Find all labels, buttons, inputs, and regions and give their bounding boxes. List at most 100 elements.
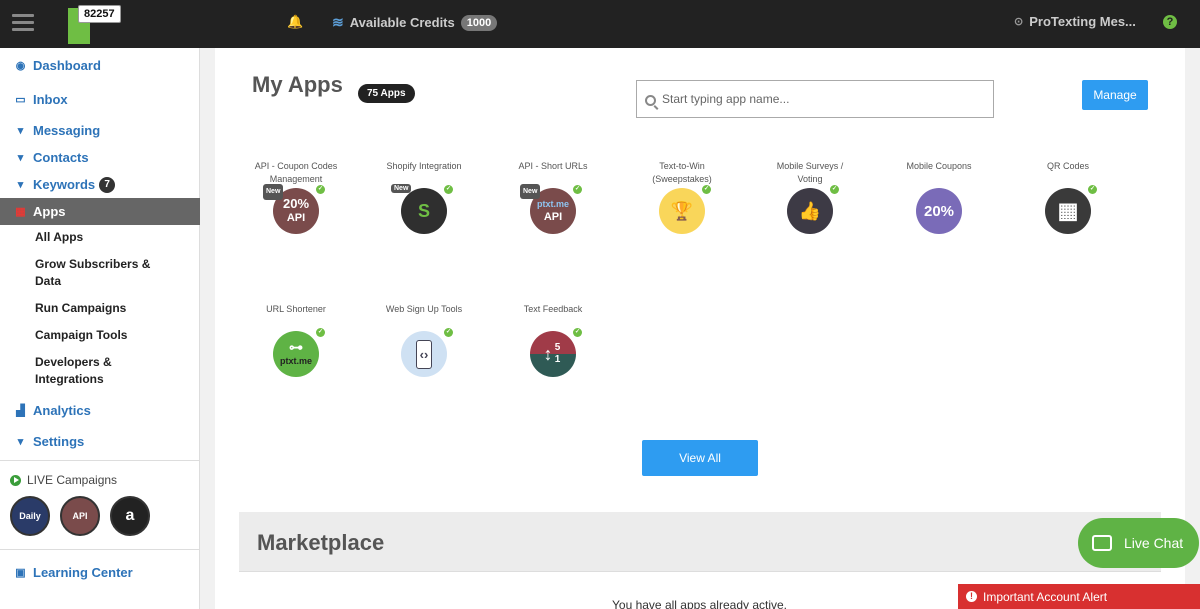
sidebar-subitem-run-campaigns[interactable]: Run Campaigns [35, 300, 126, 317]
account-name: ProTexting Mes... [1029, 14, 1136, 29]
app-tile[interactable]: API - Short URLs New ptxt.me API ✓ [503, 160, 603, 234]
app-tile[interactable]: Mobile Coupons 20% [889, 160, 989, 234]
live-campaign-amazon[interactable]: a [110, 496, 150, 536]
sidebar-subitem-all-apps[interactable]: All Apps [35, 229, 83, 246]
keywords-count-badge: 7 [99, 176, 116, 193]
sidebar-subitem-campaign-tools[interactable]: Campaign Tools [35, 327, 127, 344]
alert-icon: ! [966, 591, 977, 602]
notification-bell-icon[interactable]: 🔔 [287, 14, 303, 30]
marketplace-title: Marketplace [257, 530, 385, 555]
subitem-label-line2: Integrations [35, 372, 104, 386]
apps-count-badge: 75 Apps [358, 84, 415, 103]
alert-label: Important Account Alert [983, 589, 1108, 604]
app-label: Text Feedback [523, 304, 583, 314]
live-campaign-api[interactable]: API [60, 496, 100, 536]
sidebar-item-analytics[interactable]: ▟ Analytics [0, 397, 200, 424]
sidebar-item-label: Inbox [33, 92, 68, 107]
sidebar-item-dashboard[interactable]: ◉ Dashboard [0, 52, 200, 79]
subitem-label-line1: Grow Subscribers & [35, 257, 151, 271]
credits-badge: 1000 [460, 14, 498, 31]
analytics-chart-icon: ▟ [16, 405, 25, 417]
sidebar-item-label: Keywords [33, 177, 96, 192]
coupon-icon: 20% [916, 188, 962, 234]
sidebar-divider [0, 549, 200, 550]
sidebar-divider [0, 460, 200, 461]
link-icon: ⊶ ptxt.me ✓ [273, 328, 325, 377]
app-label: API - Short URLs [518, 161, 588, 171]
app-tile[interactable]: Text-to-Win (Sweepstakes) 🏆 ✓ [632, 160, 732, 234]
top-bar: 82257 🔔 ≋ Available Credits 1000 ⊙ ProTe… [0, 0, 1200, 48]
sidebar-subitem-developers[interactable]: Developers & Integrations [35, 354, 112, 388]
sidebar-item-keywords[interactable]: ▾ Keywords 7 [0, 171, 200, 198]
sidebar: ◉ Dashboard ▭ Inbox ▾ Messaging ▾ Contac… [0, 48, 200, 609]
app-label: Text-to-Win (Sweepstakes) [652, 161, 712, 184]
play-icon [10, 474, 21, 486]
view-all-button[interactable]: View All [642, 440, 758, 476]
qr-code-icon: ▦ ✓ [1045, 185, 1097, 234]
sidebar-item-settings[interactable]: ▾ Settings [0, 428, 200, 455]
app-label: Web Sign Up Tools [385, 304, 463, 314]
hamburger-menu-icon[interactable] [12, 14, 34, 32]
app-tile[interactable]: Text Feedback ↕ 5 1 ✓ [503, 303, 603, 377]
page-title: My Apps [252, 72, 343, 97]
live-campaigns-title: LIVE Campaigns [10, 473, 117, 487]
app-tile[interactable]: Shopify Integration New S ✓ [374, 160, 474, 234]
live-campaign-label: Daily [19, 511, 41, 521]
trophy-icon: 🏆 ✓ [659, 185, 711, 234]
active-check-icon: ✓ [444, 328, 453, 337]
live-chat-button[interactable]: Live Chat [1078, 518, 1199, 568]
manage-button[interactable]: Manage [1082, 80, 1148, 110]
live-campaign-daily[interactable]: Daily [10, 496, 50, 536]
help-icon[interactable]: ? [1163, 15, 1177, 29]
thumbs-up-icon: 👍 ✓ [787, 185, 839, 234]
active-check-icon: ✓ [573, 185, 582, 194]
active-check-icon: ✓ [573, 328, 582, 337]
lock-icon: ⊙ [1014, 16, 1024, 28]
new-tag: New [391, 184, 412, 193]
new-tag: New [263, 184, 284, 200]
live-campaign-label: API [72, 511, 88, 521]
sidebar-item-label: Dashboard [33, 58, 101, 73]
shopify-bag-icon: New S ✓ [391, 184, 453, 234]
dashboard-icon: ◉ [15, 60, 26, 72]
app-tile[interactable]: QR Codes ▦ ✓ [1018, 160, 1118, 234]
caret-down-icon: ▾ [17, 436, 24, 448]
app-tile[interactable]: API - Coupon Codes Management New 20% API … [246, 160, 346, 234]
live-chat-label: Live Chat [1124, 535, 1184, 551]
sidebar-item-inbox[interactable]: ▭ Inbox [0, 86, 200, 113]
search-icon [645, 94, 656, 106]
caret-down-icon: ▾ [17, 125, 24, 137]
feedback-icon: ↕ 5 1 ✓ [530, 328, 582, 377]
account-menu[interactable]: ⊙ ProTexting Mes... [1014, 14, 1136, 29]
live-campaigns-label: LIVE Campaigns [27, 473, 118, 487]
short-url-api-icon: New ptxt.me API ✓ [520, 184, 582, 234]
sidebar-subitem-grow-subscribers[interactable]: Grow Subscribers & Data [35, 256, 150, 290]
app-tile[interactable]: Mobile Surveys / Voting 👍 ✓ [760, 160, 860, 234]
sidebar-item-label: Apps [33, 204, 66, 219]
new-tag: New [520, 184, 541, 199]
sidebar-item-label: Learning Center [33, 565, 133, 580]
marketplace-note: You have all apps already active. [612, 598, 788, 609]
app-label: Mobile Coupons [906, 161, 972, 171]
app-label: QR Codes [1046, 161, 1090, 171]
sidebar-item-learning-center[interactable]: ▣ Learning Center [0, 559, 200, 586]
web-signup-icon: ‹› ✓ [401, 328, 453, 377]
sidebar-item-contacts[interactable]: ▾ Contacts [0, 144, 200, 171]
app-label: Shopify Integration [386, 161, 462, 171]
available-credits[interactable]: ≋ Available Credits 1000 [332, 14, 498, 31]
sidebar-item-apps[interactable]: ▦ Apps [0, 198, 200, 225]
app-tile[interactable]: Web Sign Up Tools ‹› ✓ [374, 303, 474, 377]
app-search[interactable] [636, 80, 994, 118]
app-label: API - Coupon Codes Management [254, 161, 338, 184]
apps-grid-icon: ▦ [15, 206, 26, 218]
app-label: Mobile Surveys / Voting [776, 161, 844, 184]
account-number: 82257 [78, 5, 121, 23]
app-tile[interactable]: URL Shortener ⊶ ptxt.me ✓ [246, 303, 346, 377]
learning-center-icon: ▣ [15, 567, 26, 579]
coupon-api-icon: New 20% API ✓ [263, 184, 325, 234]
sidebar-item-label: Analytics [33, 403, 91, 418]
sidebar-item-messaging[interactable]: ▾ Messaging [0, 117, 200, 144]
search-input[interactable] [662, 92, 982, 106]
account-alert-bar[interactable]: ! Important Account Alert [958, 584, 1200, 609]
credits-label: Available Credits [349, 15, 455, 30]
